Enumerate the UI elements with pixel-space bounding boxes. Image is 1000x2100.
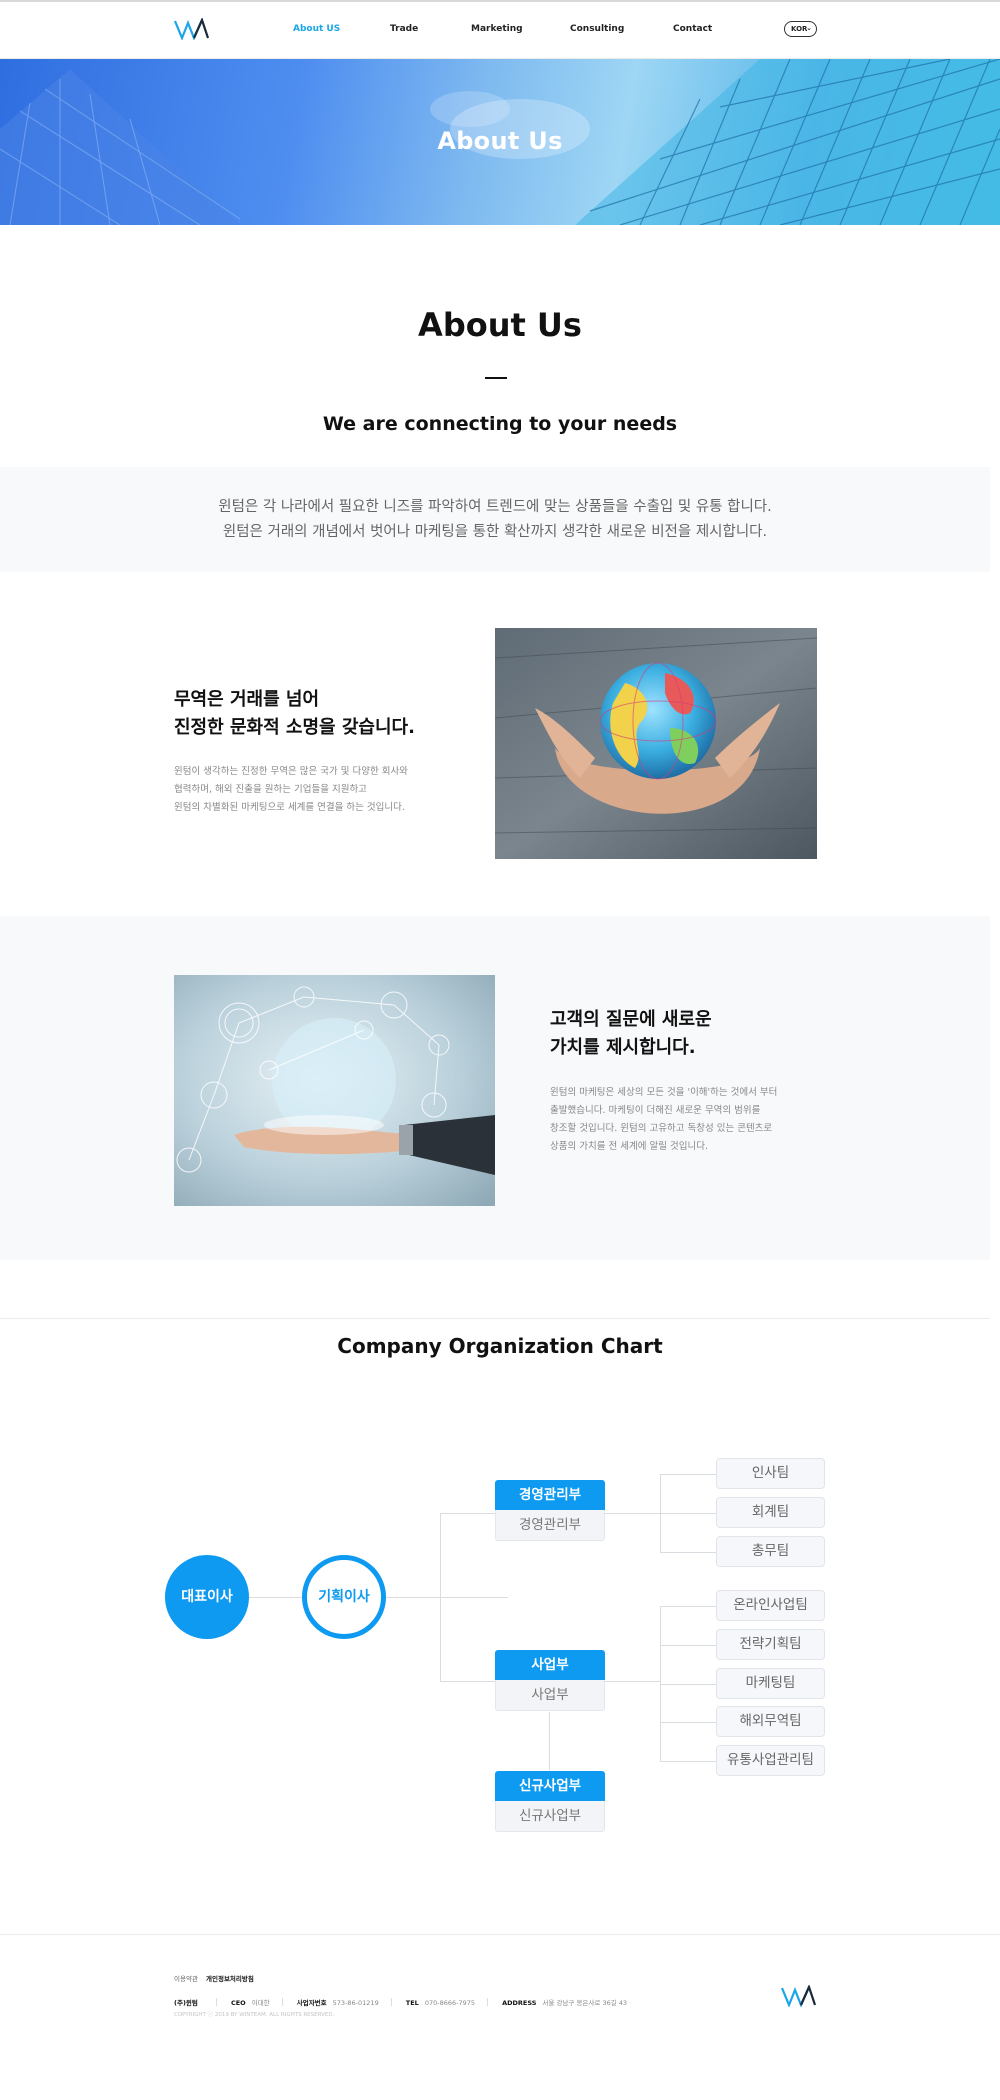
footer-winteam-logo bbox=[781, 1985, 817, 2007]
block2-title: 고객의 질문에 새로운 가치를 제시합니다. bbox=[550, 1006, 712, 1062]
team-overseas-trade: 해외무역팀 bbox=[716, 1706, 825, 1737]
globe-in-hands-image bbox=[495, 628, 817, 859]
privacy-policy-link[interactable]: 개인정보처리방침 bbox=[206, 1975, 254, 1983]
footer-copyright: COPYRIGHT ⓒ 2019 BY WINTEAM. ALL RIGHTS … bbox=[174, 2012, 335, 2018]
nav-marketing[interactable]: Marketing bbox=[471, 24, 523, 34]
team-strategy-planning: 전략기획팀 bbox=[716, 1629, 825, 1660]
hero-title: About Us bbox=[437, 127, 563, 155]
team-distribution-management: 유통사업관리팀 bbox=[716, 1745, 825, 1776]
connector-line bbox=[660, 1722, 716, 1723]
page-subtitle: We are connecting to your needs bbox=[322, 413, 678, 435]
dept-management-head: 경영관리부 bbox=[495, 1480, 605, 1510]
connector-line bbox=[605, 1681, 660, 1682]
intro-band: 윈텀은 각 나라에서 필요한 니즈를 파악하여 트렌드에 맞는 상품들을 수출입… bbox=[0, 467, 990, 572]
connector-line bbox=[660, 1513, 716, 1514]
connector-line bbox=[440, 1513, 495, 1514]
dept-business-sub: 사업부 bbox=[495, 1680, 605, 1711]
block1-text-line-1: 윈텀이 생각하는 진정한 무역은 많은 국가 및 다양한 회사와 bbox=[174, 766, 408, 777]
dept-business-head: 사업부 bbox=[495, 1650, 605, 1680]
footer-tel-value: 070-8666-7975 bbox=[424, 1999, 475, 2007]
language-select[interactable]: KOR ⌄ bbox=[784, 21, 817, 37]
terms-link[interactable]: 이용약관 bbox=[174, 1975, 198, 1983]
block1-title: 무역은 거래를 넘어 진정한 문화적 소명을 갖습니다. bbox=[174, 686, 415, 742]
block1-title-line-2: 진정한 문화적 소명을 갖습니다. bbox=[174, 717, 415, 738]
connector-line bbox=[440, 1681, 495, 1682]
connector-line bbox=[660, 1474, 716, 1475]
intro-line-1: 윈텀은 각 나라에서 필요한 니즈를 파악하여 트렌드에 맞는 상품들을 수출입… bbox=[218, 499, 772, 515]
footer-address-value: 서울 강남구 봉은사로 36길 43 bbox=[542, 1999, 628, 2007]
nav-contact[interactable]: Contact bbox=[673, 24, 712, 34]
team-hr: 인사팀 bbox=[716, 1458, 825, 1489]
connector-line bbox=[440, 1513, 441, 1681]
block1-text-line-3: 윈텀의 차별화된 마케팅으로 세계를 연결을 하는 것입니다. bbox=[174, 802, 405, 813]
footer-company-info: (주)윈텀 CEO 이대한 사업자번호 573-86-01219 TEL 070-86… bbox=[174, 1997, 627, 2007]
org-ceo-node: 대표이사 bbox=[165, 1555, 249, 1639]
block2-text-line-2: 출발했습니다. 마케팅이 더해진 새로운 무역의 범위를 bbox=[550, 1105, 761, 1116]
language-value: KOR bbox=[791, 25, 808, 33]
block1-text-line-2: 협력하며, 해외 진출을 원하는 기업들을 지원하고 bbox=[174, 784, 367, 795]
block2-title-line-2: 가치를 제시합니다. bbox=[550, 1037, 696, 1058]
team-general-affairs: 총무팀 bbox=[716, 1536, 825, 1567]
connector-line bbox=[660, 1684, 716, 1685]
footer-links: 이용약관 개인정보처리방침 bbox=[174, 1973, 254, 1983]
footer-address-label: ADDRESS bbox=[502, 1999, 537, 2007]
connector-line bbox=[660, 1552, 716, 1553]
site-footer: 이용약관 개인정보처리방침 (주)윈텀 CEO 이대한 사업자번호 573-86-0… bbox=[0, 1934, 1000, 2100]
site-header: About US Trade Marketing Consulting Cont… bbox=[0, 2, 1000, 59]
block2-title-line-1: 고객의 질문에 새로운 bbox=[550, 1009, 712, 1030]
connector-line bbox=[605, 1513, 660, 1514]
block1-text: 윈텀이 생각하는 진정한 무역은 많은 국가 및 다양한 회사와 협력하며, 해… bbox=[174, 763, 408, 817]
block2-text: 윈텀의 마케팅은 세상의 모든 것을 '이해'하는 것에서 부터 출발했습니다.… bbox=[550, 1084, 777, 1156]
block2-text-line-3: 창조할 것입니다. 윈텀의 고유하고 독창성 있는 콘텐츠로 bbox=[550, 1123, 773, 1134]
footer-ceo-value: 이대한 bbox=[251, 1999, 270, 2007]
block2-text-line-1: 윈텀의 마케팅은 세상의 모든 것을 '이해'하는 것에서 부터 bbox=[550, 1087, 778, 1098]
dept-new-business-sub: 신규사업부 bbox=[495, 1801, 605, 1832]
intro-line-2: 윈텀은 거래의 개념에서 벗어나 마케팅을 통한 확산까지 생각한 새로운 비전… bbox=[222, 524, 768, 540]
title-divider bbox=[485, 377, 507, 379]
connector-line bbox=[660, 1761, 716, 1762]
connector-line bbox=[660, 1606, 716, 1607]
block2-text-line-4: 상품의 가치를 전 세계에 알릴 것입니다. bbox=[550, 1141, 708, 1152]
page-title: About Us bbox=[418, 306, 582, 344]
hero-banner: About Us bbox=[0, 59, 1000, 225]
block2-band bbox=[0, 916, 990, 1260]
connector-line bbox=[549, 1712, 550, 1770]
org-chart-title: Company Organization Chart bbox=[337, 1334, 663, 1358]
block1-title-line-1: 무역은 거래를 넘어 bbox=[174, 689, 320, 710]
connector-line bbox=[660, 1645, 716, 1646]
team-marketing: 마케팅팀 bbox=[716, 1668, 825, 1699]
digital-globe-hand-image bbox=[174, 975, 495, 1206]
nav-trade[interactable]: Trade bbox=[390, 24, 418, 34]
footer-bizno-label: 사업자번호 bbox=[296, 1999, 327, 2007]
dept-management-sub: 경영관리부 bbox=[495, 1510, 605, 1541]
footer-ceo-label: CEO bbox=[230, 1999, 246, 2007]
footer-company-name: (주)윈텀 bbox=[174, 1999, 198, 2007]
winteam-logo[interactable] bbox=[174, 18, 210, 40]
dept-new-business-head: 신규사업부 bbox=[495, 1771, 605, 1801]
chevron-down-icon: ⌄ bbox=[806, 24, 812, 32]
nav-consulting[interactable]: Consulting bbox=[570, 24, 624, 34]
team-accounting: 회계팀 bbox=[716, 1497, 825, 1528]
footer-tel-label: TEL bbox=[405, 1999, 419, 2007]
org-director-node: 기획이사 bbox=[302, 1555, 386, 1639]
team-online-business: 온라인사업팀 bbox=[716, 1590, 825, 1621]
footer-bizno-value: 573-86-01219 bbox=[332, 1999, 379, 2007]
section-divider bbox=[0, 1318, 990, 1319]
nav-about-us[interactable]: About US bbox=[293, 24, 340, 34]
